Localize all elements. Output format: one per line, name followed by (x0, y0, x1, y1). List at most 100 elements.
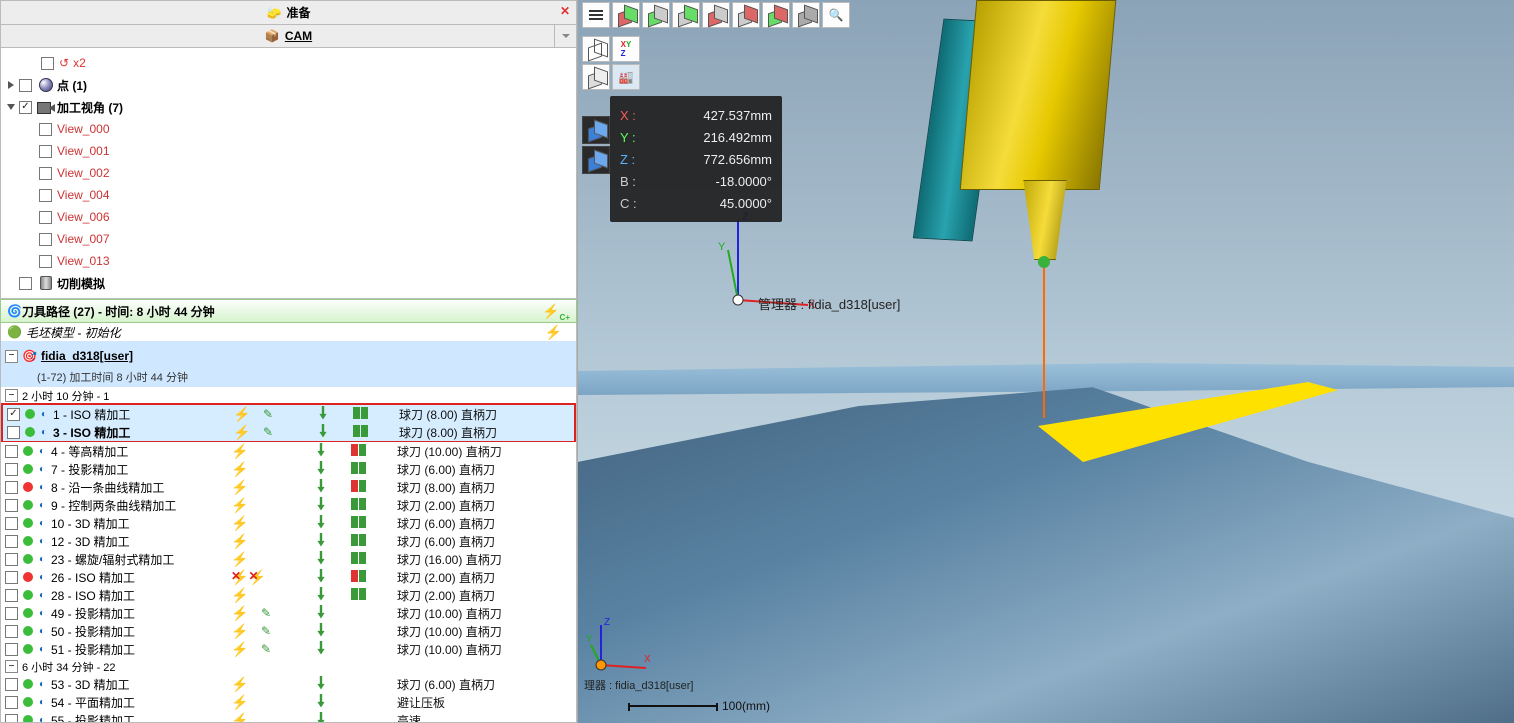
operation-row[interactable]: ◐ 9 - 控制两条曲线精加工 ⚡ 球刀 (2.00) 直柄刀 (1, 496, 576, 514)
checkbox[interactable] (5, 696, 18, 709)
bolt-icon[interactable]: ⚡ (231, 623, 248, 639)
checkbox[interactable] (5, 553, 18, 566)
shade-button[interactable] (582, 64, 610, 90)
operation-row[interactable]: ◐ 3 - ISO 精加工 ⚡ ✎ 球刀 (8.00) 直柄刀 (3, 423, 574, 441)
bolt-icon[interactable]: ⚡ (233, 424, 250, 440)
tree-view-item[interactable]: View_006 (1, 206, 576, 228)
checkbox[interactable] (39, 167, 52, 180)
checkbox[interactable] (39, 211, 52, 224)
tree-view-item[interactable]: View_000 (1, 118, 576, 140)
bolt-icon[interactable]: ⚡ (231, 479, 248, 495)
bolt-icon[interactable]: ⚡ (231, 694, 248, 710)
bolt-icon[interactable]: ⚡C+ (542, 303, 570, 322)
operation-row[interactable]: ◐ 12 - 3D 精加工 ⚡ 球刀 (6.00) 直柄刀 (1, 532, 576, 550)
collapse-icon[interactable]: − (5, 350, 18, 363)
checkbox[interactable] (5, 499, 18, 512)
checkbox[interactable] (5, 643, 18, 656)
tree-view-item[interactable]: View_013 (1, 250, 576, 272)
operations-list[interactable]: 🟢 毛坯模型 - 初始化 ⚡ − 🎯 fidia_d318[user] (1-7… (0, 323, 577, 723)
bolt-icon[interactable]: ⚡ (231, 533, 248, 549)
tree-viewgroup[interactable]: 加工视角 (7) (1, 96, 576, 118)
checkbox[interactable] (19, 277, 32, 290)
checkbox[interactable] (39, 255, 52, 268)
operation-row[interactable]: ◐ 10 - 3D 精加工 ⚡ 球刀 (6.00) 直柄刀 (1, 514, 576, 532)
view-front-button[interactable] (642, 2, 670, 28)
tree-view-item[interactable]: View_001 (1, 140, 576, 162)
bolt-icon[interactable]: ⚡ (231, 461, 248, 477)
view-right-button[interactable] (702, 2, 730, 28)
checkbox[interactable] (5, 535, 18, 548)
operation-row[interactable]: ◐ 51 - 投影精加工 ⚡ ✎ 球刀 (10.00) 直柄刀 (1, 640, 576, 658)
checkbox[interactable] (39, 145, 52, 158)
bolt-icon[interactable]: ⚡ (545, 324, 562, 341)
checkbox[interactable] (7, 426, 20, 439)
view-left-button[interactable] (732, 2, 760, 28)
checkbox[interactable] (5, 463, 18, 476)
checkbox[interactable] (5, 445, 18, 458)
checkbox[interactable] (5, 571, 18, 584)
checkbox[interactable] (7, 408, 20, 421)
time-row[interactable]: − 6 小时 34 分钟 - 22 (1, 658, 576, 675)
checkbox[interactable] (5, 607, 18, 620)
bolt-icon[interactable]: ⚡ (231, 676, 248, 692)
axis-button[interactable]: XYZ (612, 36, 640, 62)
checkbox[interactable] (5, 517, 18, 530)
bolt-icon[interactable]: ⚡ (231, 712, 248, 723)
tree-view-item[interactable]: View_002 (1, 162, 576, 184)
operation-row[interactable]: ◐ 49 - 投影精加工 ⚡ ✎ 球刀 (10.00) 直柄刀 (1, 604, 576, 622)
machine-button[interactable]: 🏭 (612, 64, 640, 90)
bolt-icon[interactable]: ⚡ (231, 569, 248, 585)
operation-row[interactable]: ◐ 50 - 投影精加工 ⚡ ✎ 球刀 (10.00) 直柄刀 (1, 622, 576, 640)
operation-row[interactable]: ◐ 1 - ISO 精加工 ⚡ ✎ 球刀 (8.00) 直柄刀 (3, 405, 574, 423)
stock-toggle[interactable] (582, 116, 610, 144)
wire-button[interactable] (582, 36, 610, 62)
part-toggle[interactable] (582, 146, 610, 174)
viewport-3d[interactable]: 🔍 XYZ 🏭 X :427.537mm Y :216.492mm Z :772… (578, 0, 1514, 723)
view-top-button[interactable] (672, 2, 700, 28)
bolt-icon[interactable]: ⚡ (231, 551, 248, 567)
operation-row[interactable]: ◐ 26 - ISO 精加工 ⚡⚡ 球刀 (2.00) 直柄刀 (1, 568, 576, 586)
checkbox[interactable] (5, 625, 18, 638)
checkbox[interactable] (39, 123, 52, 136)
view-bottom-button[interactable] (792, 2, 820, 28)
expander-icon[interactable] (5, 81, 17, 89)
checkbox[interactable] (19, 101, 32, 114)
time-row[interactable]: − 2 小时 10 分钟 - 1 (1, 387, 576, 404)
dropdown-handle[interactable] (554, 25, 576, 47)
view-back-button[interactable] (762, 2, 790, 28)
checkbox[interactable] (41, 57, 54, 70)
bolt-icon[interactable]: ⚡ (231, 497, 248, 513)
bolt-icon[interactable]: ⚡ (231, 641, 248, 657)
operation-row[interactable]: ◐ 7 - 投影精加工 ⚡ 球刀 (6.00) 直柄刀 (1, 460, 576, 478)
tree-points[interactable]: 点 (1) (1, 74, 576, 96)
checkbox[interactable] (5, 678, 18, 691)
menu-button[interactable] (582, 2, 610, 28)
operation-row[interactable]: ◐ 23 - 螺旋/辐射式精加工 ⚡ 球刀 (16.00) 直柄刀 (1, 550, 576, 568)
operation-row[interactable]: ◐ 8 - 沿一条曲线精加工 ⚡ 球刀 (8.00) 直柄刀 (1, 478, 576, 496)
tree-view-item[interactable]: View_004 (1, 184, 576, 206)
zoom-fit-button[interactable]: 🔍 (822, 2, 850, 28)
tree-x2[interactable]: ↺ x2 (1, 52, 576, 74)
cam-header[interactable]: 📦 CAM (0, 24, 577, 48)
expander-icon[interactable] (5, 104, 17, 110)
operation-row[interactable]: ◐ 54 - 平面精加工 ⚡ 避让压板 (1, 693, 576, 711)
checkbox[interactable] (39, 189, 52, 202)
tree-view-item[interactable]: View_007 (1, 228, 576, 250)
op-group[interactable]: − 🎯 fidia_d318[user] (1-72) 加工时间 8 小时 44… (1, 341, 576, 387)
operation-row[interactable]: ◐ 4 - 等高精加工 ⚡ 球刀 (10.00) 直柄刀 (1, 442, 576, 460)
checkbox[interactable] (5, 481, 18, 494)
blank-model-row[interactable]: 🟢 毛坯模型 - 初始化 ⚡ (1, 323, 576, 341)
bolt-icon[interactable]: ⚡ (231, 605, 248, 621)
bolt-icon[interactable]: ⚡ (231, 443, 248, 459)
operation-row[interactable]: ◐ 55 - 投影精加工 ⚡ 高速 (1, 711, 576, 723)
collapse-icon[interactable]: − (5, 660, 18, 673)
collapse-icon[interactable]: − (5, 389, 18, 402)
bolt-icon[interactable]: ⚡ (231, 515, 248, 531)
operation-row[interactable]: ◐ 53 - 3D 精加工 ⚡ 球刀 (6.00) 直柄刀 (1, 675, 576, 693)
bolt-icon[interactable]: ⚡ (231, 587, 248, 603)
close-icon[interactable]: ✕ (560, 4, 570, 18)
checkbox[interactable] (5, 714, 18, 723)
checkbox[interactable] (5, 589, 18, 602)
checkbox[interactable] (19, 79, 32, 92)
view-iso-button[interactable] (612, 2, 640, 28)
